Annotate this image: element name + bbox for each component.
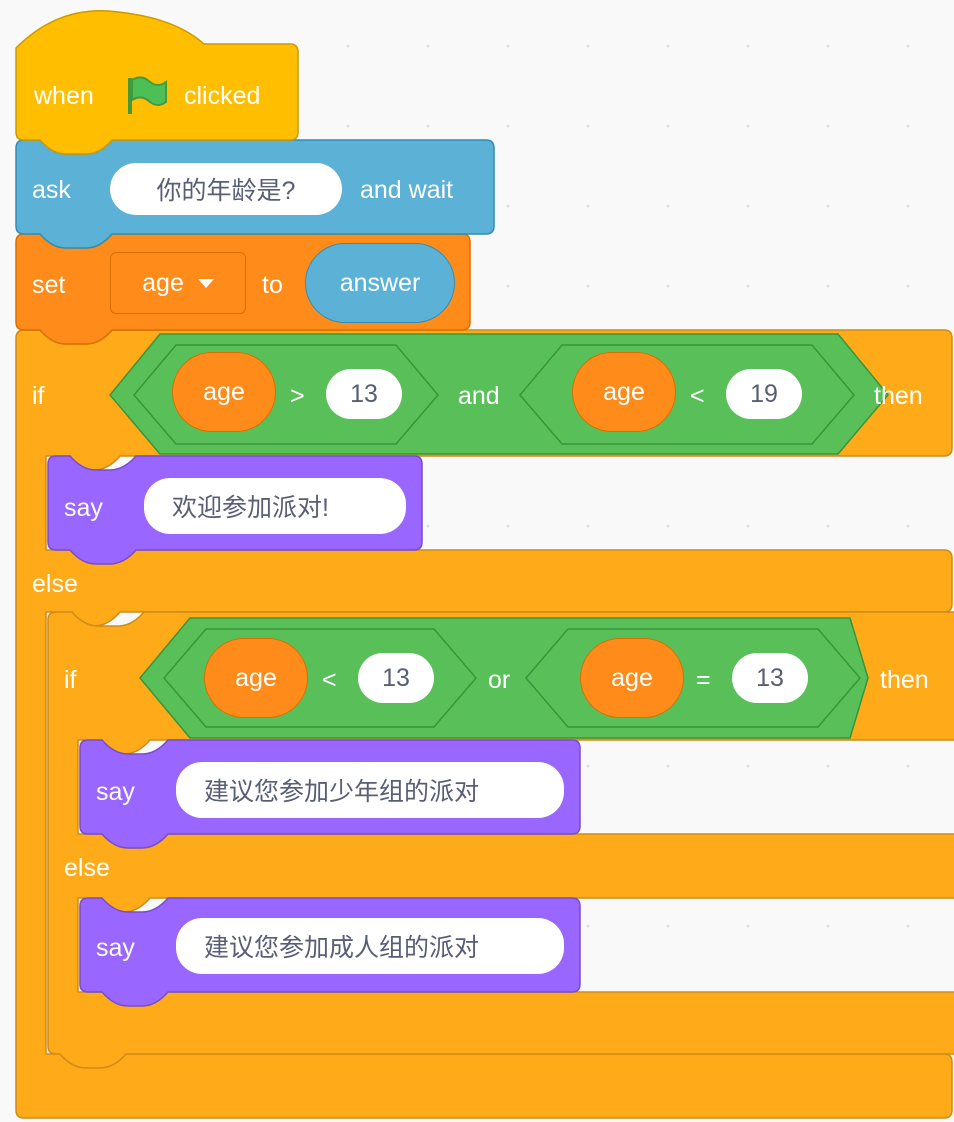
number-input[interactable]: 19 xyxy=(726,369,802,419)
number-input[interactable]: 13 xyxy=(358,653,434,703)
say-label: say xyxy=(96,778,135,806)
say-label: say xyxy=(96,934,135,962)
green-flag-icon xyxy=(128,76,167,114)
number-input[interactable]: 13 xyxy=(326,369,402,419)
if-label: if xyxy=(64,666,77,694)
less-than-operator: < xyxy=(322,666,337,694)
clicked-label: clicked xyxy=(184,82,261,110)
scripts-workspace[interactable]: when clicked ask 你的年龄是? and wait set age… xyxy=(0,0,954,1122)
greater-than-operator: > xyxy=(290,382,305,410)
if-label: if xyxy=(32,382,45,410)
chevron-down-icon xyxy=(197,278,214,288)
age-reporter[interactable]: age xyxy=(172,352,276,432)
ask-label: ask xyxy=(32,176,71,204)
less-than-operator: < xyxy=(690,382,705,410)
say-label: say xyxy=(64,494,103,522)
variable-dropdown[interactable]: age xyxy=(110,252,246,314)
else-label: else xyxy=(32,570,78,598)
message-input[interactable]: 欢迎参加派对! xyxy=(144,478,406,534)
and-label: and xyxy=(458,382,500,410)
or-label: or xyxy=(488,666,511,694)
question-input[interactable]: 你的年龄是? xyxy=(110,163,342,215)
to-label: to xyxy=(262,271,283,299)
then-label: then xyxy=(880,666,929,694)
message-input[interactable]: 建议您参加成人组的派对 xyxy=(176,918,564,974)
else-label: else xyxy=(64,854,110,882)
set-label: set xyxy=(32,271,66,299)
equals-operator: = xyxy=(696,666,711,694)
answer-reporter[interactable]: answer xyxy=(305,243,455,323)
age-reporter[interactable]: age xyxy=(204,638,308,718)
variable-name: age xyxy=(142,268,184,297)
age-reporter[interactable]: age xyxy=(580,638,684,718)
message-input[interactable]: 建议您参加少年组的派对 xyxy=(176,762,564,818)
then-label: then xyxy=(874,382,923,410)
number-input[interactable]: 13 xyxy=(732,653,808,703)
and-wait-label: and wait xyxy=(360,176,454,204)
when-label: when xyxy=(34,82,94,110)
age-reporter[interactable]: age xyxy=(572,352,676,432)
